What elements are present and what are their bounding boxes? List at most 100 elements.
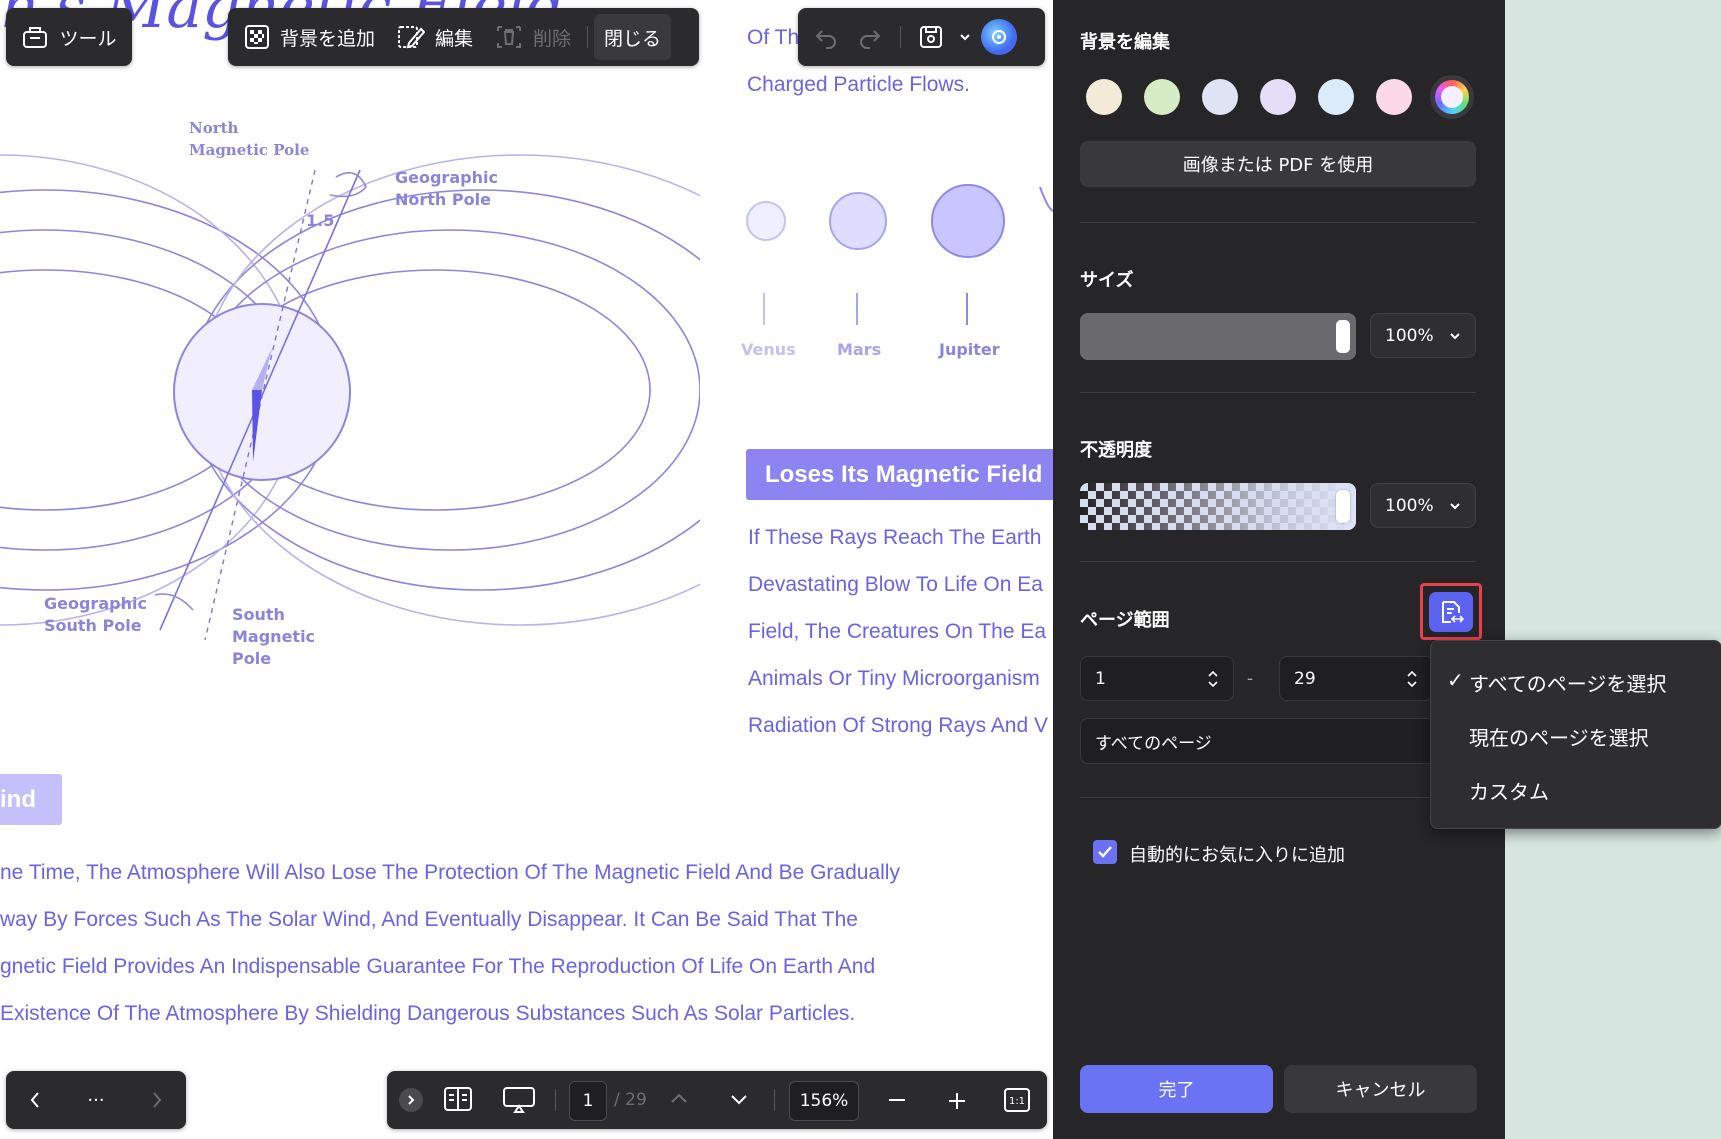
close-button[interactable]: 閉じる — [594, 14, 672, 60]
done-button[interactable]: 完了 — [1080, 1065, 1273, 1113]
chevron-down-icon — [1449, 331, 1461, 341]
right-paragraph-line: Animals Or Tiny Microorganism — [748, 667, 1040, 690]
title-line-2: Charged Particle Flows. — [747, 73, 970, 96]
planet-label-venus: Venus — [741, 340, 796, 359]
right-paragraph-line: Devastating Blow To Life On Ea — [748, 573, 1043, 596]
delete-label: 削除 — [533, 27, 572, 50]
actual-size-icon[interactable]: 1:1 — [1003, 1087, 1031, 1113]
size-slider-fill — [1080, 313, 1356, 360]
opacity-slider-thumb[interactable] — [1336, 490, 1350, 523]
page-layout-icon[interactable] — [443, 1086, 473, 1112]
save-icon[interactable] — [913, 19, 949, 55]
opacity-dropdown[interactable]: 100% — [1370, 483, 1476, 528]
redo-icon[interactable] — [852, 19, 888, 55]
document-page: n's Magnetic Field North Magnetic Pole G… — [0, 0, 1053, 1139]
left-heading-fragment: ind — [0, 774, 62, 825]
expand-arrow-icon[interactable] — [399, 1088, 423, 1112]
range-to-value: 29 — [1294, 668, 1316, 689]
page-select-icon — [1429, 591, 1473, 632]
geographic-south-pole-label: Geographic South Pole — [44, 594, 147, 635]
trash-icon — [495, 23, 523, 51]
cancel-label: キャンセル — [1335, 1080, 1426, 1101]
checker-background-icon — [244, 24, 270, 50]
chevron-left-icon[interactable] — [28, 1090, 42, 1110]
edit-label: 編集 — [435, 27, 474, 50]
color-swatch-pink[interactable] — [1376, 79, 1412, 115]
use-image-pdf-label: 画像または PDF を使用 — [1182, 155, 1374, 176]
cancel-button[interactable]: キャンセル — [1284, 1065, 1477, 1113]
bottom-paragraph-line: gnetic Field Provides An Indispensable G… — [0, 955, 876, 978]
section-divider — [1080, 392, 1476, 393]
range-to-stepper[interactable]: 29 — [1279, 656, 1433, 701]
edit-background-panel: 背景を編集 画像または PDF を使用 サイズ 100% 不透明度 100% ペ… — [1053, 0, 1505, 1139]
section-heading: Loses Its Magnetic Field — [746, 449, 1053, 500]
page-range-menu: ✓ すべてのページを選択 現在のページを選択 カスタム — [1430, 640, 1721, 829]
geographic-north-pole-label: Geographic North Pole — [395, 168, 498, 209]
page-range-label: ページ範囲 — [1080, 610, 1170, 631]
edit-button[interactable]: 編集 — [387, 14, 483, 60]
color-swatch-light-blue[interactable] — [1318, 79, 1354, 115]
zoom-value: 156% — [799, 1091, 849, 1111]
toolbar-divider — [900, 26, 901, 48]
bottom-toolbar: 1 / 29 156% 1:1 — [387, 1071, 1047, 1129]
stepper-arrows-icon[interactable] — [1207, 668, 1219, 690]
history-toolbar — [798, 8, 1045, 66]
size-slider-thumb[interactable] — [1336, 320, 1350, 353]
page-number-input[interactable]: 1 — [569, 1081, 607, 1121]
title-fragment: Of Th — [747, 26, 800, 49]
page-select-dropdown[interactable]: すべてのページ — [1080, 718, 1476, 764]
page-up-icon[interactable] — [669, 1091, 689, 1105]
section-divider — [1080, 222, 1476, 223]
range-from-stepper[interactable]: 1 — [1080, 656, 1234, 701]
tools-label: ツール — [59, 27, 117, 50]
more-button[interactable]: ··· — [87, 1090, 104, 1111]
ai-assistant-icon[interactable] — [981, 19, 1017, 55]
zoom-in-icon[interactable] — [947, 1091, 967, 1111]
color-swatch-lavender[interactable] — [1260, 79, 1296, 115]
tools-toolbar: ツール — [6, 8, 132, 66]
color-picker-icon[interactable] — [1430, 75, 1474, 119]
right-paragraph-line: Field, The Creatures On The Ea — [748, 620, 1047, 643]
delete-button[interactable]: 削除 — [485, 14, 581, 60]
add-background-button[interactable]: 背景を追加 — [234, 14, 385, 60]
panel-title: 背景を編集 — [1080, 32, 1170, 53]
chevron-down-icon — [1449, 501, 1461, 511]
chevron-right-icon[interactable] — [150, 1090, 164, 1110]
toolbar-divider — [555, 1089, 556, 1111]
auto-favorite-checkbox[interactable] — [1093, 840, 1117, 864]
background-toolbar: 背景を追加 編集 削除 閉じる — [228, 8, 699, 66]
presentation-icon[interactable] — [502, 1086, 536, 1114]
opacity-gradient — [1080, 483, 1356, 530]
bottom-paragraph-line: way By Forces Such As The Solar Wind, An… — [0, 908, 858, 931]
south-magnetic-pole-label: South Magnetic Pole — [232, 605, 316, 668]
size-dropdown[interactable]: 100% — [1370, 313, 1476, 358]
page-select-value: すべてのページ — [1095, 733, 1212, 754]
bottom-paragraph-line: Existence Of The Atmosphere By Shielding… — [0, 1002, 856, 1025]
use-image-pdf-button[interactable]: 画像または PDF を使用 — [1080, 141, 1476, 187]
stepper-arrows-icon[interactable] — [1406, 668, 1418, 690]
checkmark-icon: ✓ — [1447, 668, 1464, 692]
tools-button[interactable]: ツール — [11, 14, 126, 60]
size-slider[interactable] — [1080, 313, 1356, 360]
page-range-options-button[interactable] — [1420, 583, 1482, 640]
range-from-value: 1 — [1095, 668, 1106, 689]
zoom-input[interactable]: 156% — [789, 1081, 859, 1121]
opacity-value: 100% — [1385, 495, 1434, 516]
undo-icon[interactable] — [808, 19, 844, 55]
close-label: 閉じる — [604, 27, 662, 50]
right-paragraph-line: If These Rays Reach The Earth — [748, 526, 1042, 549]
zoom-out-icon[interactable] — [887, 1091, 907, 1109]
range-separator: - — [1247, 669, 1254, 689]
color-swatch-grey-blue[interactable] — [1202, 79, 1238, 115]
north-magnetic-pole-label: North Magnetic Pole — [189, 119, 310, 159]
page-down-icon[interactable] — [729, 1093, 749, 1107]
toolbar-divider — [774, 1089, 775, 1111]
color-swatch-green[interactable] — [1144, 79, 1180, 115]
opacity-slider[interactable] — [1080, 483, 1356, 530]
size-label: サイズ — [1080, 270, 1134, 291]
chevron-down-icon[interactable] — [957, 19, 973, 55]
angle-label: 1.5 — [306, 211, 335, 230]
toolbar-divider — [587, 26, 589, 48]
color-swatch-beige[interactable] — [1086, 79, 1122, 115]
bottom-paragraph-line: ne Time, The Atmosphere Will Also Lose T… — [0, 861, 900, 884]
